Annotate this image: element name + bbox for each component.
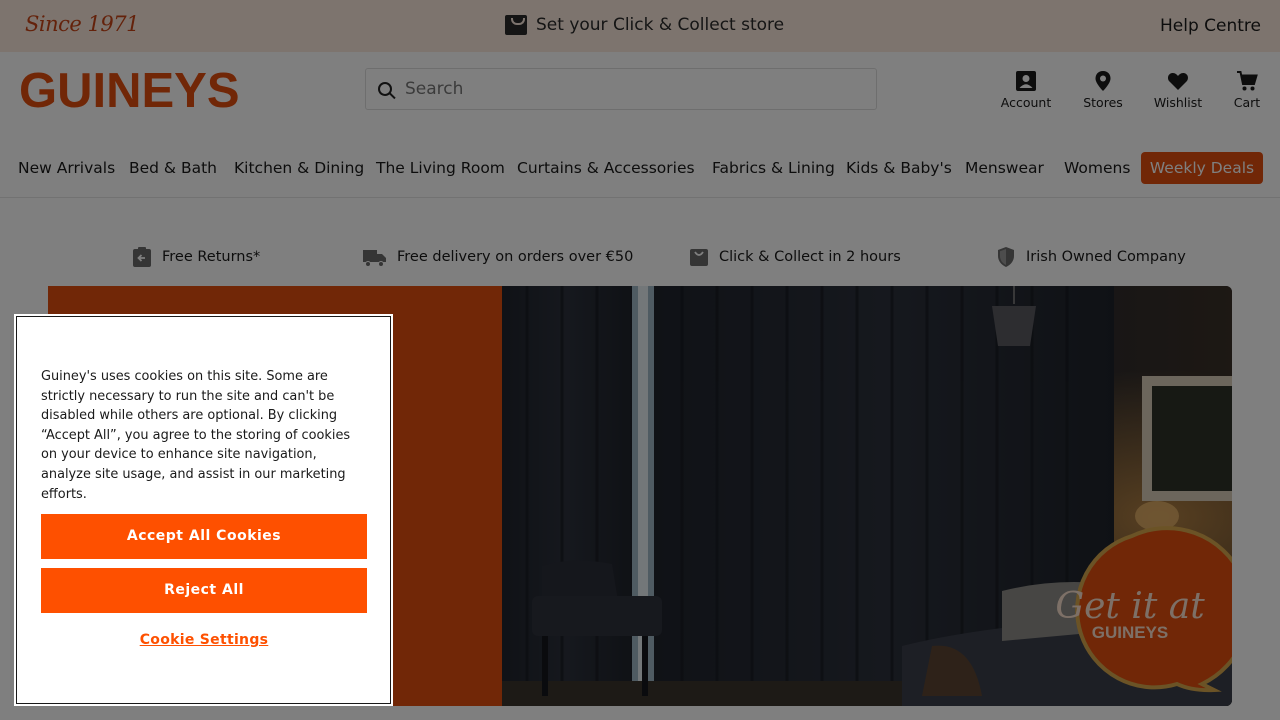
cookie-consent-dialog: Guiney's uses cookies on this site. Some… bbox=[16, 316, 391, 704]
cookie-settings-link[interactable]: Cookie Settings bbox=[41, 632, 367, 648]
accept-all-cookies-button[interactable]: Accept All Cookies bbox=[41, 514, 367, 559]
cookie-consent-text: Guiney's uses cookies on this site. Some… bbox=[41, 369, 351, 502]
reject-all-button[interactable]: Reject All bbox=[41, 568, 367, 613]
